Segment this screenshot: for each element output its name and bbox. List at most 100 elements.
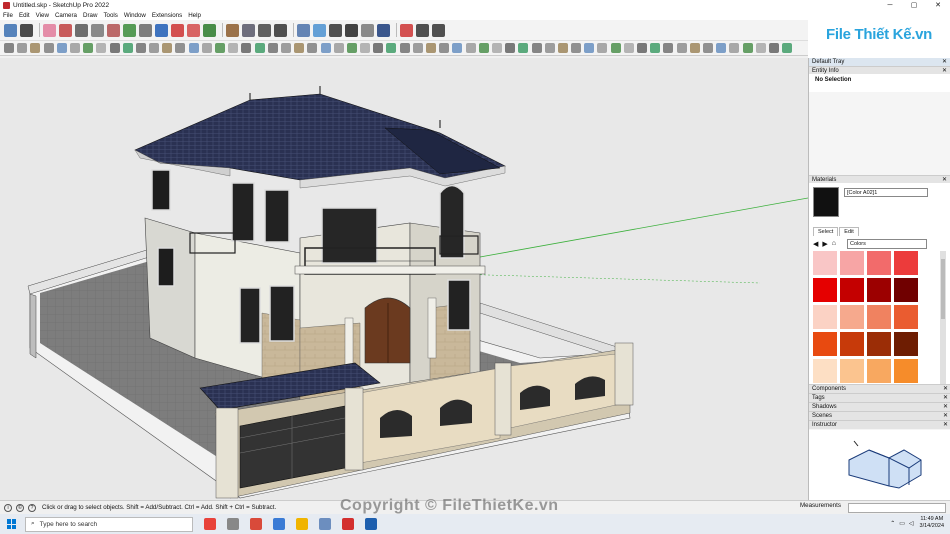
tool-7-icon[interactable] <box>83 43 94 53</box>
color-swatch[interactable] <box>894 359 918 383</box>
tool-41-icon[interactable] <box>531 43 542 53</box>
tab-select[interactable]: Select <box>813 227 839 236</box>
chevron-up-icon[interactable]: ⌃ <box>890 520 895 527</box>
tool-8-icon[interactable] <box>96 43 107 53</box>
tape-icon[interactable] <box>242 23 255 37</box>
panel-components[interactable]: Components ✕ <box>809 384 950 393</box>
taskbar-search[interactable]: ⌕ Type here to search <box>25 516 193 532</box>
tab-edit[interactable]: Edit <box>839 227 859 236</box>
color-swatch[interactable] <box>840 305 864 329</box>
material-name-field[interactable]: [Color A02]1 <box>844 188 928 197</box>
taskbar-app-icon[interactable] <box>227 518 239 530</box>
panel-close-icon[interactable]: ✕ <box>943 421 948 429</box>
measurements-input[interactable] <box>848 503 946 513</box>
tool-15-icon[interactable] <box>188 43 199 53</box>
menu-view[interactable]: View <box>36 12 49 19</box>
scale-icon[interactable] <box>203 23 216 37</box>
tool-21-icon[interactable] <box>267 43 278 53</box>
move-icon[interactable] <box>171 23 184 37</box>
help-icon[interactable]: ? <box>28 503 36 512</box>
eraser-icon[interactable] <box>43 23 56 37</box>
tool-38-icon[interactable] <box>491 43 502 53</box>
materials-header[interactable]: Materials ✕ <box>809 175 950 183</box>
model-viewport[interactable] <box>0 58 808 500</box>
zoom-icon[interactable] <box>4 23 17 37</box>
zoom-window-icon[interactable] <box>329 23 342 37</box>
color-swatch[interactable] <box>867 278 891 302</box>
tool-30-icon[interactable] <box>386 43 397 53</box>
tool-60-icon[interactable] <box>782 43 793 53</box>
tool-25-icon[interactable] <box>320 43 331 53</box>
panel-close-icon[interactable]: ✕ <box>943 403 948 411</box>
offset-icon[interactable] <box>226 23 239 37</box>
section-icon[interactable] <box>377 23 390 37</box>
color-swatch[interactable] <box>894 278 918 302</box>
tray-close-icon[interactable]: ✕ <box>942 58 947 66</box>
clock[interactable]: 11:49 AM 3/14/2024 <box>920 516 944 530</box>
tool-34-icon[interactable] <box>439 43 450 53</box>
select-arrow-icon[interactable] <box>20 23 33 37</box>
tool-35-icon[interactable] <box>452 43 463 53</box>
menu-help[interactable]: Help <box>188 12 201 19</box>
geo-location-icon[interactable]: i <box>4 503 12 512</box>
panel-shadows[interactable]: Shadows ✕ <box>809 402 950 411</box>
pan-icon[interactable] <box>313 23 326 37</box>
tool-18-icon[interactable] <box>228 43 239 53</box>
color-swatch[interactable] <box>840 332 864 356</box>
panel-close-icon[interactable]: ✕ <box>943 412 948 420</box>
pushpull-icon[interactable] <box>155 23 168 37</box>
tool-27-icon[interactable] <box>346 43 357 53</box>
warehouse-icon[interactable] <box>400 23 413 37</box>
tool-26-icon[interactable] <box>333 43 344 53</box>
color-swatch[interactable] <box>867 359 891 383</box>
tool-22-icon[interactable] <box>280 43 291 53</box>
taskbar-app-icon[interactable] <box>319 518 331 530</box>
tool-6-icon[interactable] <box>69 43 80 53</box>
rectangle-icon[interactable] <box>139 23 152 37</box>
tool-58-icon[interactable] <box>755 43 766 53</box>
menu-draw[interactable]: Draw <box>83 12 97 19</box>
tool-13-icon[interactable] <box>162 43 173 53</box>
color-swatch[interactable] <box>813 251 837 275</box>
tool-29-icon[interactable] <box>373 43 384 53</box>
tool-40-icon[interactable] <box>518 43 529 53</box>
tool-43-icon[interactable] <box>557 43 568 53</box>
paint-icon[interactable] <box>59 23 72 37</box>
menu-edit[interactable]: Edit <box>19 12 30 19</box>
color-swatch[interactable] <box>813 278 837 302</box>
menu-file[interactable]: File <box>3 12 13 19</box>
axes-icon[interactable] <box>274 23 287 37</box>
tool-51-icon[interactable] <box>663 43 674 53</box>
color-swatch[interactable] <box>840 251 864 275</box>
credits-icon[interactable]: © <box>16 503 24 512</box>
orbit-icon[interactable] <box>297 23 310 37</box>
menu-camera[interactable]: Camera <box>55 12 77 19</box>
panel-tags[interactable]: Tags ✕ <box>809 393 950 402</box>
forward-arrow-icon[interactable]: ▶ <box>822 240 827 248</box>
tool-57-icon[interactable] <box>742 43 753 53</box>
tool-54-icon[interactable] <box>702 43 713 53</box>
tool-10-icon[interactable] <box>122 43 133 53</box>
entity-info-header[interactable]: Entity Info ✕ <box>809 66 950 74</box>
tool-4-icon[interactable] <box>43 43 54 53</box>
minimize-button[interactable]: ─ <box>878 0 902 11</box>
text-icon[interactable] <box>258 23 271 37</box>
taskbar-app-icon[interactable] <box>365 518 377 530</box>
tool-39-icon[interactable] <box>505 43 516 53</box>
tool-1-icon[interactable] <box>4 43 14 53</box>
panel-close-icon[interactable]: ✕ <box>943 394 948 402</box>
maximize-button[interactable]: ▢ <box>902 0 926 11</box>
tool-3-icon[interactable] <box>30 43 41 53</box>
tool-50-icon[interactable] <box>650 43 661 53</box>
tool-16-icon[interactable] <box>201 43 212 53</box>
windows-start-icon[interactable] <box>7 519 17 529</box>
tool-14-icon[interactable] <box>175 43 186 53</box>
color-swatch[interactable] <box>840 359 864 383</box>
zoom-extents-icon[interactable] <box>345 23 358 37</box>
shape-icon[interactable] <box>123 23 136 37</box>
tool-9-icon[interactable] <box>109 43 120 53</box>
arc-icon[interactable] <box>107 23 120 37</box>
color-swatch[interactable] <box>813 332 837 356</box>
network-icon[interactable]: ▭ <box>899 520 905 527</box>
extension-icon[interactable] <box>416 23 429 37</box>
